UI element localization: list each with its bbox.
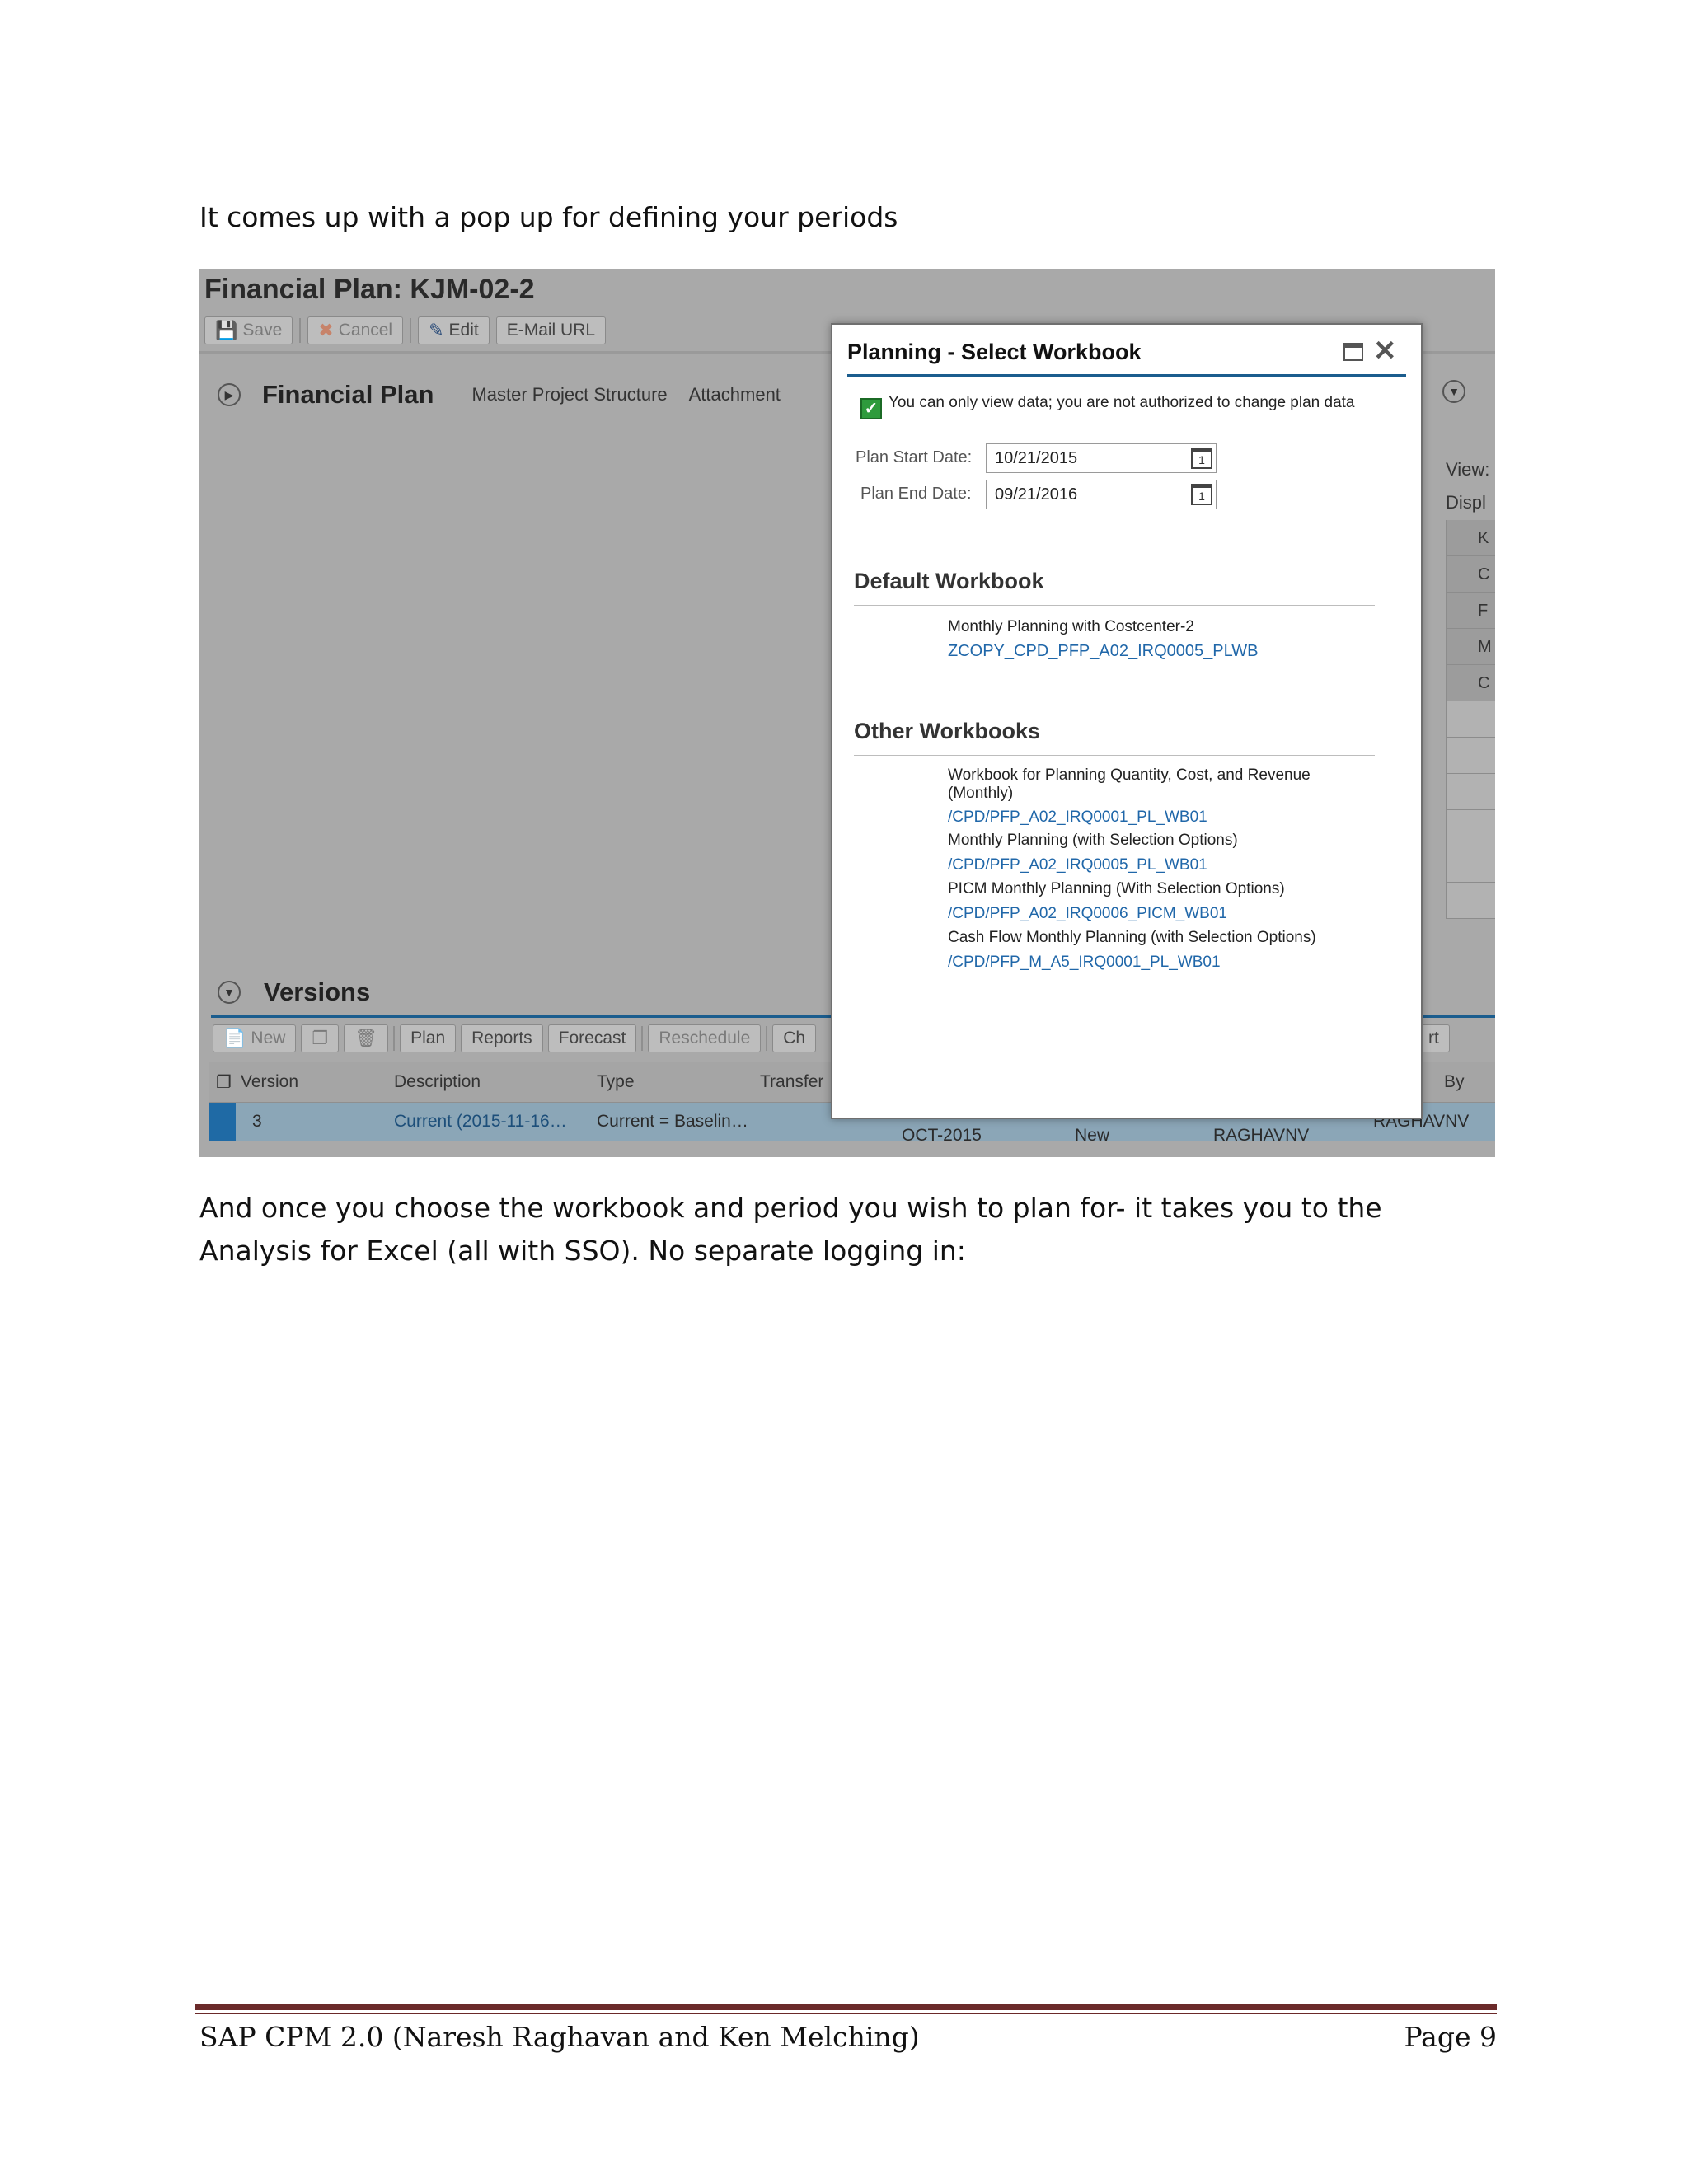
copy-button[interactable]: ❐	[301, 1024, 340, 1052]
email-url-button[interactable]: E-Mail URL	[495, 316, 607, 344]
footer-rule	[195, 2004, 1497, 2010]
intro-paragraph: It comes up with a pop up for defining y…	[199, 201, 898, 233]
workbook-link[interactable]: /CPD/PFP_M_A5_IRQ0001_PL_WB01	[948, 954, 1221, 972]
view-label: View:	[1446, 459, 1490, 480]
plan-button[interactable]: Plan	[400, 1024, 457, 1052]
grid-cell: C	[1446, 556, 1495, 593]
toolbar-separator	[393, 1026, 396, 1051]
grid-cell	[1446, 846, 1495, 883]
dialog-message: You can only view data; you are not auth…	[889, 394, 1355, 411]
cell-description[interactable]: Current (2015-11-16…	[394, 1112, 567, 1132]
grid-cell	[1446, 774, 1495, 810]
workbook-desc: Cash Flow Monthly Planning (with Selecti…	[948, 929, 1316, 946]
toolbar-separator	[766, 1026, 768, 1051]
reschedule-button[interactable]: Reschedule	[648, 1024, 762, 1052]
page-number: Page 9	[1404, 2021, 1497, 2053]
workbook-desc: PICM Monthly Planning (With Selection Op…	[948, 880, 1285, 898]
cancel-button[interactable]: ✖ Cancel	[307, 316, 404, 344]
plan-end-field[interactable]: 09/21/2016 1	[986, 480, 1217, 509]
toolbar-separator	[299, 318, 302, 343]
toolbar-separator	[641, 1026, 644, 1051]
new-document-icon: 📄	[223, 1028, 246, 1048]
column-type[interactable]: Type	[597, 1072, 635, 1092]
tab-master-project-structure[interactable]: Master Project Structure	[471, 384, 667, 405]
sap-screenshot: Financial Plan: KJM-02-2 💾 Save ✖ Cancel ✎…	[199, 269, 1495, 1157]
cell-type: Current = Baselin…	[597, 1112, 748, 1131]
delete-button[interactable]: 🗑	[344, 1024, 389, 1052]
column-version[interactable]: Version	[241, 1072, 298, 1092]
tab-row: ▶ Financial Plan Master Project Structur…	[218, 380, 781, 410]
tab-financial-plan[interactable]: Financial Plan	[262, 380, 434, 410]
close-icon[interactable]: ✕	[1373, 335, 1397, 368]
right-tab-controls: ▼	[1442, 380, 1465, 403]
dialog-title-rule	[847, 374, 1406, 377]
reports-button[interactable]: Reports	[461, 1024, 543, 1052]
versions-title: Versions	[264, 977, 371, 1006]
cell-version: 3	[252, 1112, 262, 1131]
floppy-icon: 💾	[215, 320, 238, 340]
column-transfer[interactable]: Transfer	[760, 1072, 823, 1092]
grid-cell	[1446, 738, 1495, 774]
grid-cell: C	[1446, 665, 1495, 701]
right-panel-grid: K C F M C	[1446, 520, 1495, 919]
grid-cell	[1446, 810, 1495, 846]
page-title: Financial Plan: KJM-02-2	[204, 274, 535, 305]
trash-icon: 🗑	[354, 1028, 378, 1048]
column-changed-by[interactable]: By	[1444, 1072, 1465, 1092]
footer-title: SAP CPM 2.0 (Naresh Raghavan and Ken Mel…	[199, 2021, 920, 2053]
footer-rule-thin	[195, 2013, 1497, 2014]
checkmark-icon: ✓	[860, 398, 882, 419]
edit-button[interactable]: ✎ Edit	[418, 316, 490, 344]
section-rule	[854, 755, 1375, 756]
section-rule	[854, 605, 1375, 606]
grid-cell: K	[1446, 520, 1495, 556]
workbook-link[interactable]: /CPD/PFP_A02_IRQ0005_PL_WB01	[948, 856, 1207, 874]
versions-toolbar: 📄 New ❐ 🗑 Plan Reports Forecast Reschedul…	[213, 1024, 817, 1052]
grid-cell: F	[1446, 593, 1495, 629]
default-workbook-title: Default Workbook	[854, 569, 1044, 593]
default-workbook-desc: Monthly Planning with Costcenter-2	[948, 618, 1194, 635]
new-button[interactable]: 📄 New	[213, 1024, 297, 1052]
plan-end-value: 09/21/2016	[995, 485, 1078, 504]
plan-start-value: 10/21/2015	[995, 449, 1078, 467]
calendar-icon[interactable]: 1	[1191, 448, 1212, 469]
grid-cell	[1446, 883, 1495, 919]
display-label: Displ	[1446, 492, 1486, 513]
copy-icon: ❐	[312, 1028, 329, 1048]
plan-end-label: Plan End Date:	[860, 485, 972, 503]
workbook-desc: Monthly Planning (with Selection Options…	[948, 832, 1238, 849]
calendar-icon[interactable]: 1	[1191, 484, 1212, 505]
plan-start-field[interactable]: 10/21/2015 1	[986, 443, 1217, 473]
forecast-button[interactable]: Forecast	[547, 1024, 637, 1052]
chevron-down-icon[interactable]: ▼	[1442, 380, 1465, 403]
column-description[interactable]: Description	[394, 1072, 481, 1092]
expand-icon[interactable]: ▶	[218, 383, 241, 406]
toolbar-separator	[410, 318, 412, 343]
workbook-desc: Workbook for Planning Quantity, Cost, an…	[948, 766, 1311, 802]
dialog-title: Planning - Select Workbook	[847, 340, 1142, 364]
cancel-icon: ✖	[318, 320, 334, 340]
collapse-icon[interactable]: ▼	[218, 981, 241, 1004]
select-workbook-dialog: Planning - Select Workbook ✕ ✓ You can o…	[831, 323, 1423, 1119]
other-workbooks-title: Other Workbooks	[854, 719, 1041, 743]
workbook-link[interactable]: /CPD/PFP_A02_IRQ0001_PL_WB01	[948, 808, 1207, 827]
plan-start-label: Plan Start Date:	[856, 448, 973, 466]
save-button[interactable]: 💾 Save	[204, 316, 293, 344]
grid-cell: M	[1446, 629, 1495, 665]
pencil-icon: ✎	[429, 320, 444, 340]
tab-attachment[interactable]: Attachment	[689, 384, 781, 405]
row-selector[interactable]	[209, 1103, 236, 1141]
workbook-link[interactable]: /CPD/PFP_A02_IRQ0006_PICM_WB01	[948, 905, 1227, 923]
grid-cell	[1446, 701, 1495, 738]
versions-header: ▼ Versions	[218, 977, 370, 1007]
right-panel-labels: View: Displ	[1446, 453, 1489, 519]
main-toolbar: 💾 Save ✖ Cancel ✎ Edit E-Mail URL	[204, 315, 607, 346]
select-all-icon[interactable]: ❐	[216, 1072, 232, 1093]
table-row-partial	[209, 1141, 1495, 1157]
default-workbook-link[interactable]: ZCOPY_CPD_PFP_A02_IRQ0005_PLWB	[948, 642, 1258, 660]
outro-paragraph: And once you choose the workbook and per…	[199, 1192, 1382, 1267]
maximize-icon[interactable]	[1343, 343, 1363, 361]
change-button[interactable]: Ch	[772, 1024, 817, 1052]
